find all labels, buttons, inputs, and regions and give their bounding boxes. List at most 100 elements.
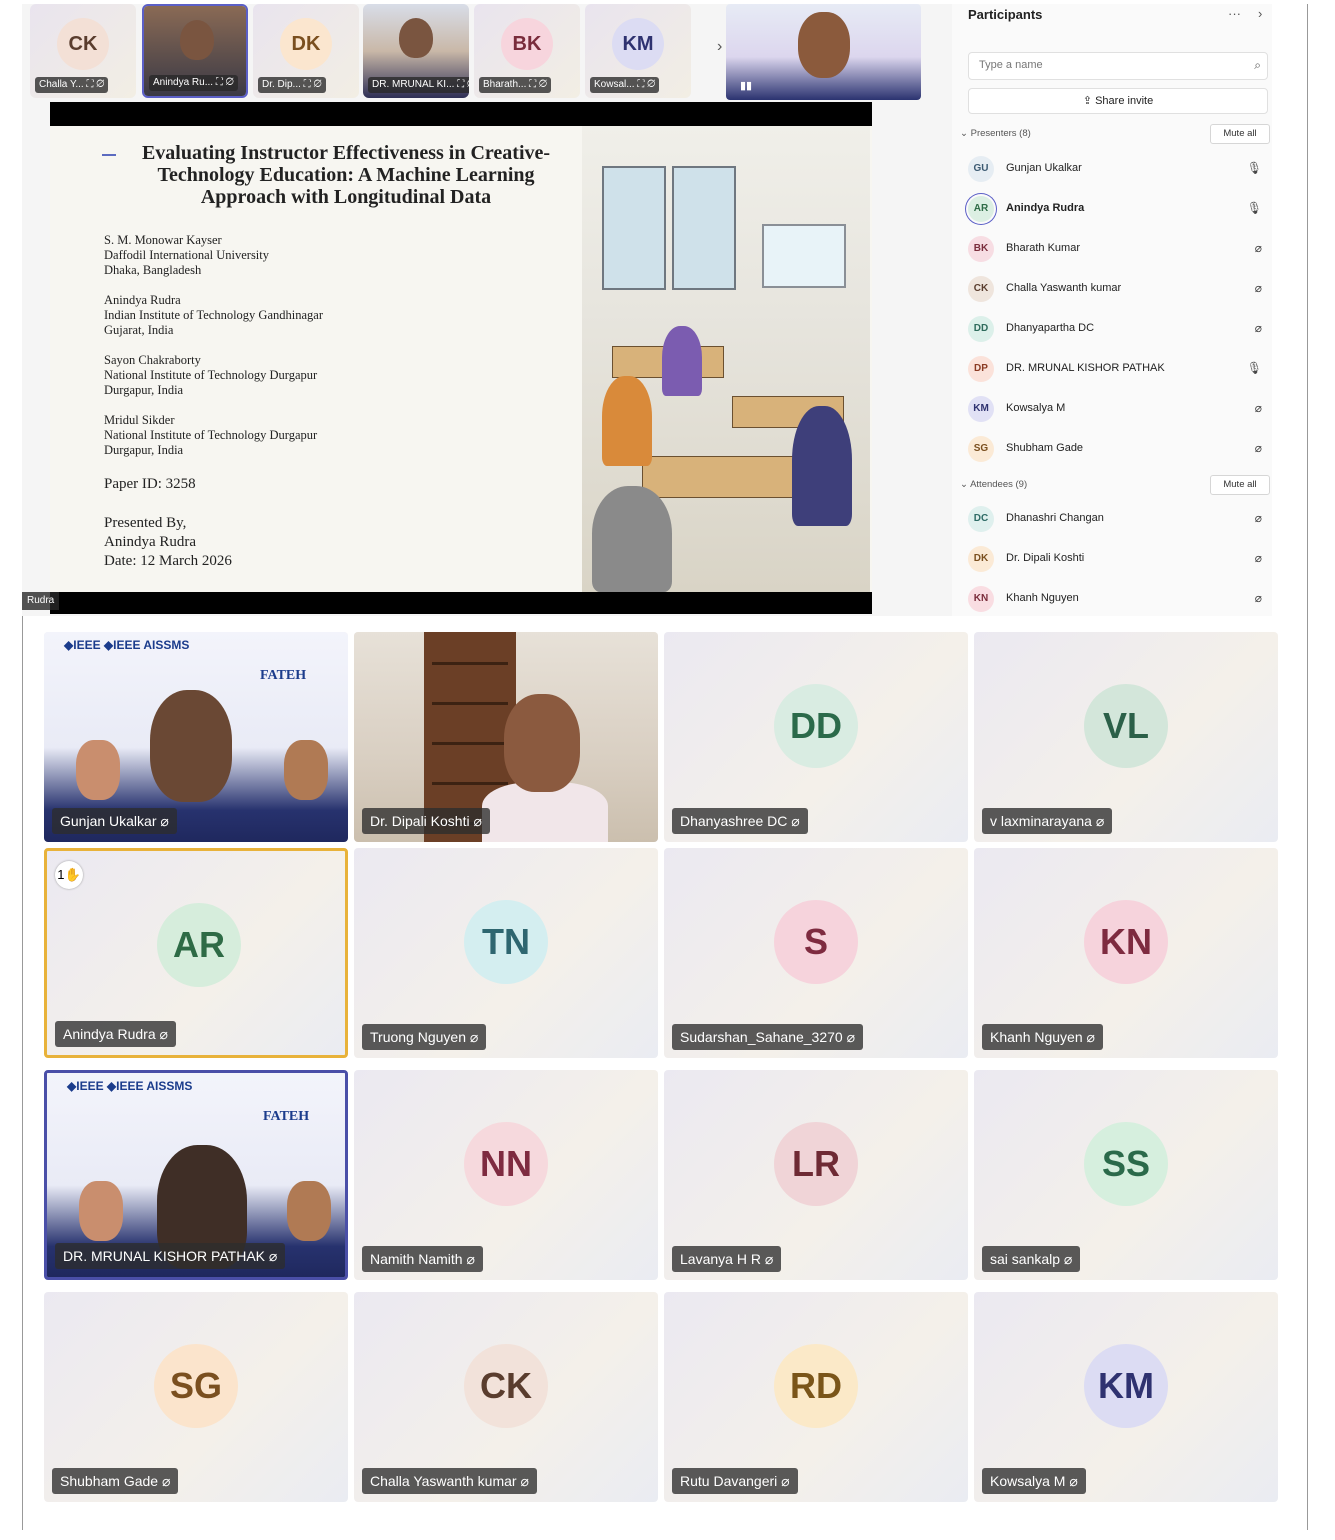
author-block: Sayon Chakraborty National Institute of T… — [104, 353, 323, 398]
mic-on-icon[interactable]: 🎙 — [1247, 201, 1262, 215]
participant-avatar: KM — [968, 396, 994, 422]
video-tile[interactable]: SS sai sankalp ⌀ — [974, 1070, 1278, 1280]
participant-row[interactable]: DD Dhanyapartha DC ⌀ — [968, 314, 1268, 344]
mic-off-icon[interactable]: ⌀ — [1255, 511, 1262, 525]
mic-off-icon[interactable]: ⌀ — [1255, 241, 1262, 255]
participant-avatar: DC — [968, 506, 994, 532]
presenter-label: Rudra — [22, 592, 60, 610]
participant-thumbnail[interactable]: Anindya Ru... ⛶ ⌀ — [142, 4, 248, 98]
video-tile[interactable]: SG Shubham Gade ⌀ — [44, 1292, 348, 1502]
author-institution: National Institute of Technology Durgapu… — [104, 428, 318, 442]
avatar: DK — [280, 18, 332, 70]
student-figure — [592, 486, 672, 592]
attendees-section-toggle[interactable]: ⌄ Attendees (9) — [960, 479, 1027, 490]
share-invite-button[interactable]: ⇪ Share invite — [968, 88, 1268, 114]
participant-row[interactable]: BK Bharath Kumar ⌀ — [968, 234, 1268, 264]
author-block: S. M. Monowar Kayser Daffodil Internation… — [104, 233, 323, 278]
share-invite-label: Share invite — [1095, 95, 1154, 107]
participant-thumbnail[interactable]: CK Challa Y... ⛶ ⌀ — [30, 4, 136, 98]
attendees-section-label: Attendees (9) — [970, 479, 1028, 490]
participant-row[interactable]: SG Shubham Gade ⌀ — [968, 434, 1268, 464]
avatar: KN — [1084, 900, 1168, 984]
shared-slide: Evaluating Instructor Effectiveness in C… — [50, 102, 872, 614]
participant-row[interactable]: CK Challa Yaswanth kumar ⌀ — [968, 274, 1268, 304]
mute-all-attendees-button[interactable]: Mute all — [1210, 475, 1270, 495]
presenters-section-toggle[interactable]: ⌄ Presenters (8) — [960, 128, 1031, 139]
author-name: S. M. Monowar Kayser — [104, 233, 222, 247]
participant-name-label: Sudarshan_Sahane_3270 ⌀ — [672, 1024, 864, 1050]
mic-off-icon[interactable]: ⌀ — [1255, 281, 1262, 295]
participant-name-label: Dr. Dipali Koshti ⌀ — [362, 808, 490, 834]
participant-thumbnail[interactable]: DK Dr. Dip... ⛶ ⌀ — [253, 4, 359, 98]
banner-portrait — [79, 1181, 123, 1241]
more-options-icon[interactable]: ··· — [1228, 6, 1241, 21]
video-tile[interactable]: NN Namith Namith ⌀ — [354, 1070, 658, 1280]
share-icon: ⇪ — [1082, 95, 1096, 107]
mic-off-icon[interactable]: ⌀ — [1255, 401, 1262, 415]
participant-row[interactable]: DC Dhanashri Changan ⌀ — [968, 504, 1268, 534]
mic-on-icon[interactable]: 🎙 — [1247, 361, 1262, 375]
banner-fateh-text: FATEH — [260, 668, 307, 683]
video-tile[interactable]: KN Khanh Nguyen ⌀ — [974, 848, 1278, 1058]
video-tile[interactable]: ◆IEEE ◆IEEE AISSMS FATEH Gunjan Ukalkar ⌀ — [44, 632, 348, 842]
student-figure — [662, 326, 702, 396]
participant-row[interactable]: KM Kowsalya M ⌀ — [968, 394, 1268, 424]
participant-name: Khanh Nguyen — [1006, 592, 1079, 604]
video-tile[interactable]: CK Challa Yaswanth kumar ⌀ — [354, 1292, 658, 1502]
participant-thumbnail[interactable]: KM Kowsal... ⛶ ⌀ — [585, 4, 691, 98]
mic-on-icon[interactable]: 🎙 — [1247, 161, 1262, 175]
participant-row[interactable]: DK Dr. Dipali Koshti ⌀ — [968, 544, 1268, 574]
video-tile[interactable]: RD Rutu Davangeri ⌀ — [664, 1292, 968, 1502]
video-tile[interactable]: TN Truong Nguyen ⌀ — [354, 848, 658, 1058]
banner-logos: ◆IEEE ◆IEEE AISSMS — [67, 1079, 193, 1093]
avatar: S — [774, 900, 858, 984]
slide-title: Evaluating Instructor Effectiveness in C… — [141, 142, 551, 208]
author-list: S. M. Monowar Kayser Daffodil Internation… — [104, 233, 323, 473]
avatar: SS — [1084, 1122, 1168, 1206]
participant-name-label: Truong Nguyen ⌀ — [362, 1024, 487, 1050]
video-thumb-gunjan[interactable]: ▮▮ — [726, 4, 921, 100]
participant-name: Anindya Rudra — [1006, 202, 1085, 214]
video-tile[interactable]: S Sudarshan_Sahane_3270 ⌀ — [664, 848, 968, 1058]
panel-title: Participants — [968, 7, 1043, 22]
participant-avatar: DK — [968, 546, 994, 572]
video-tile[interactable]: LR Lavanya H R ⌀ — [664, 1070, 968, 1280]
collapse-icon[interactable]: › — [1258, 6, 1262, 21]
participant-row[interactable]: KN Khanh Nguyen ⌀ — [968, 584, 1268, 614]
video-tile[interactable]: ◆IEEE ◆IEEE AISSMS FATEH DR. MRUNAL KISHOR… — [44, 1070, 348, 1280]
video-tile[interactable]: Dr. Dipali Koshti ⌀ — [354, 632, 658, 842]
participant-name-label: Khanh Nguyen ⌀ — [982, 1024, 1103, 1050]
participant-thumbnail[interactable]: BK Bharath... ⛶ ⌀ — [474, 4, 580, 98]
mic-off-icon[interactable]: ⌀ — [1255, 321, 1262, 335]
participant-name-label: Anindya Ru... ⛶ ⌀ — [149, 75, 238, 91]
video-tile[interactable]: VL v laxminarayana ⌀ — [974, 632, 1278, 842]
mic-off-icon[interactable]: ⌀ — [1255, 441, 1262, 455]
signal-icon: ▮▮ — [740, 80, 753, 92]
participant-avatar: DD — [968, 316, 994, 342]
strip-next-arrow[interactable]: › — [717, 38, 722, 56]
participant-row[interactable]: AR Anindya Rudra 🎙 — [968, 194, 1268, 224]
video-tile[interactable]: DD Dhanyashree DC ⌀ — [664, 632, 968, 842]
video-tile[interactable]: KM Kowsalya M ⌀ — [974, 1292, 1278, 1502]
avatar: KM — [612, 18, 664, 70]
presented-by-label: Presented By, — [104, 515, 187, 531]
participant-row[interactable]: DP DR. MRUNAL KISHOR PATHAK 🎙 — [968, 354, 1268, 384]
video-tile[interactable]: AR 1✋ Anindya Rudra ⌀ — [44, 848, 348, 1058]
search-input[interactable]: Type a name ⌕ — [968, 52, 1268, 80]
participant-thumbnail[interactable]: DR. MRUNAL KI... ⛶ ⌀ — [363, 4, 469, 98]
mute-all-presenters-button[interactable]: Mute all — [1210, 124, 1270, 144]
whiteboard-shape — [762, 224, 846, 288]
participant-name-label: sai sankalp ⌀ — [982, 1246, 1081, 1272]
avatar: KM — [1084, 1344, 1168, 1428]
raised-hand-icon: 1✋ — [55, 861, 83, 889]
slide-content: Evaluating Instructor Effectiveness in C… — [50, 126, 872, 592]
avatar: CK — [464, 1344, 548, 1428]
avatar: CK — [57, 18, 109, 70]
avatar: VL — [1084, 684, 1168, 768]
participant-row[interactable]: GU Gunjan Ukalkar 🎙 — [968, 154, 1268, 184]
mic-off-icon[interactable]: ⌀ — [1255, 551, 1262, 565]
meeting-stage: CK Challa Y... ⛶ ⌀ Anindya Ru... ⛶ ⌀ DK Dr. … — [22, 4, 1272, 616]
mic-off-icon[interactable]: ⌀ — [1255, 591, 1262, 605]
participant-name: Gunjan Ukalkar — [1006, 162, 1082, 174]
banner-fateh-text: FATEH — [263, 1109, 310, 1124]
